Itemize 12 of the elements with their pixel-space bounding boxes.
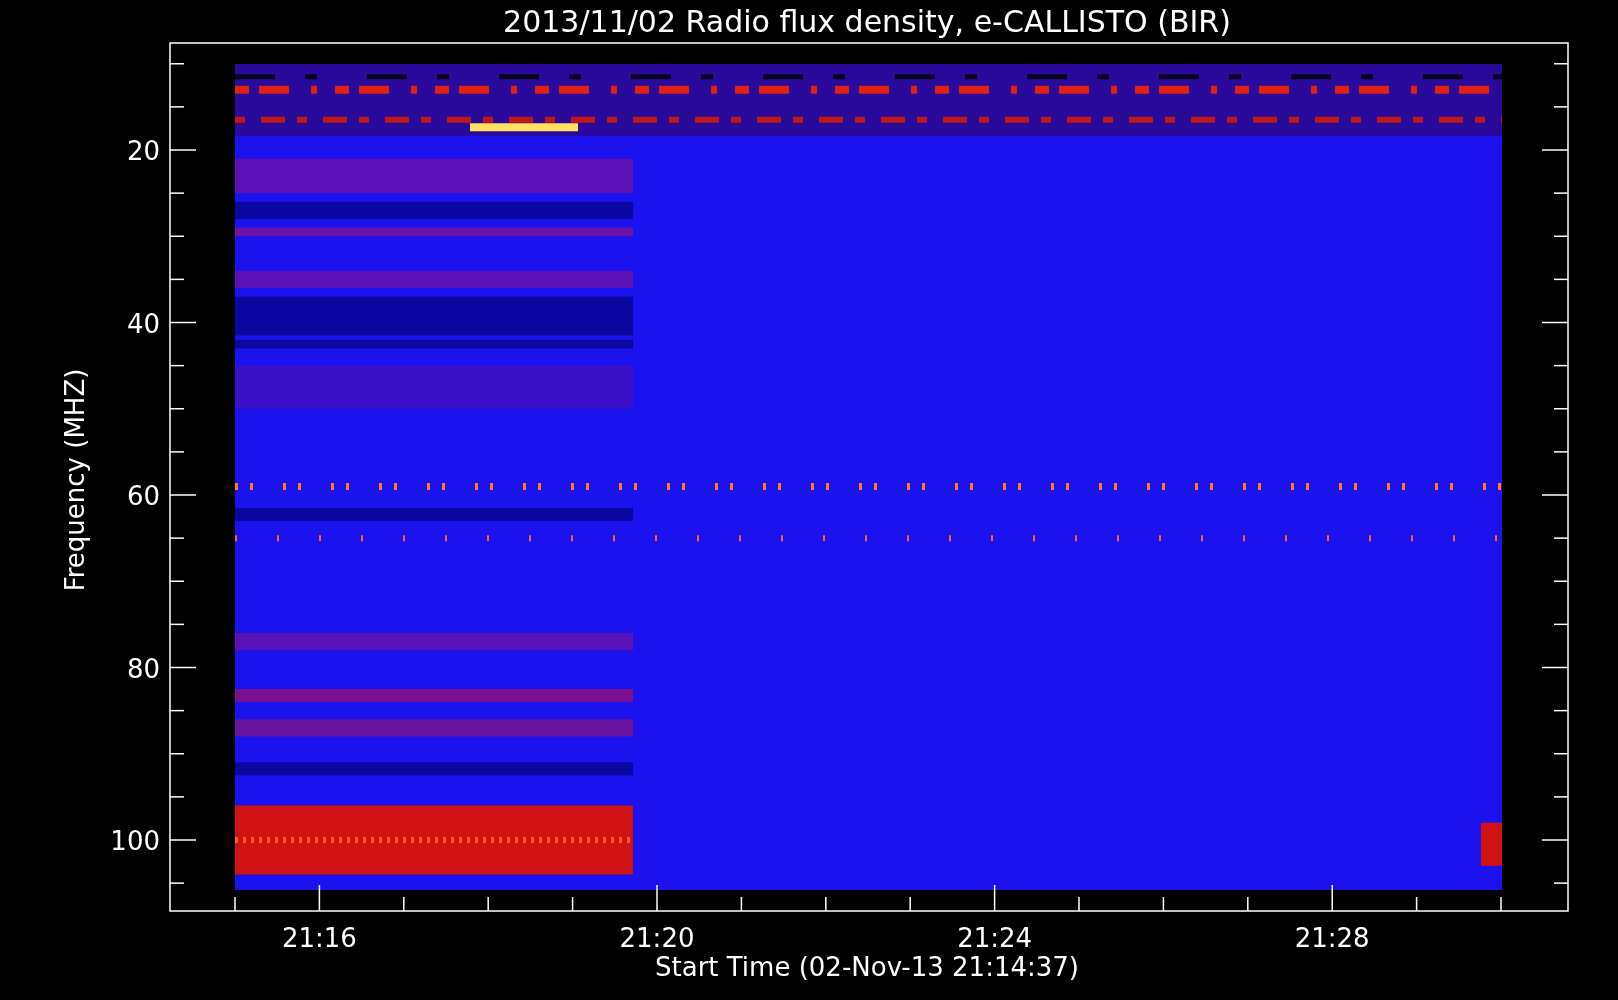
y-axis-label: Frequency (MHZ) — [60, 368, 90, 592]
x-axis-label: Start Time (02-Nov-13 21:14:37) — [655, 952, 1079, 982]
x-tick-label: 21:16 — [281, 923, 357, 953]
y-tick-label: 60 — [126, 481, 160, 511]
x-tick-label: 21:24 — [957, 923, 1033, 953]
y-tick-label: 40 — [126, 308, 160, 339]
y-tick-label: 100 — [110, 826, 160, 856]
x-tick-label: 21:28 — [1294, 923, 1370, 953]
x-tick-label: 21:20 — [619, 923, 695, 953]
y-tick-label: 80 — [126, 653, 160, 684]
y-tick-label: 20 — [126, 136, 160, 166]
chart-title: 2013/11/02 Radio flux density, e-CALLISTO (BIR) — [503, 4, 1231, 39]
